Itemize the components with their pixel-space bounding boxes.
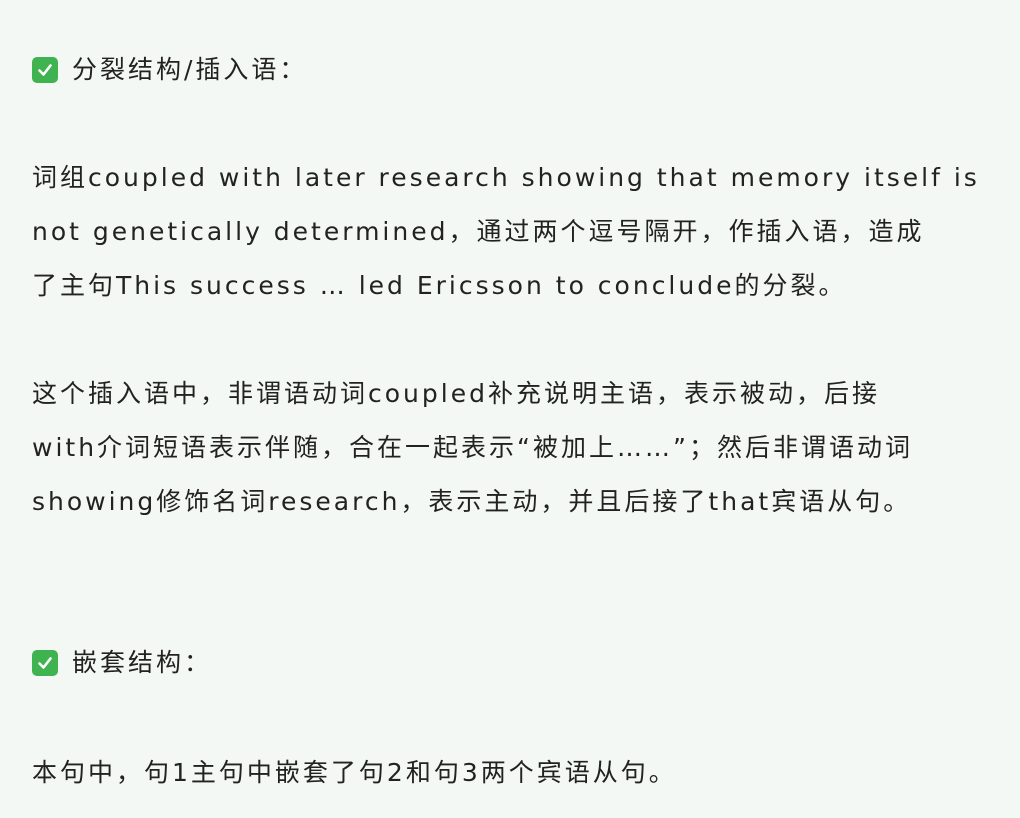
paragraph-line: not genetically determined，通过两个逗号隔开，作插入语… (32, 217, 925, 246)
paragraph-insertion-explanation: 词组coupled with later research showing th… (32, 151, 1000, 313)
heading-text: 嵌套结构： (72, 648, 213, 677)
section-heading-nested-structure: 嵌套结构： (32, 645, 212, 681)
check-mark-icon (32, 650, 58, 676)
paragraph-line: 了主句This success … led Ericsson to conclu… (32, 271, 847, 300)
paragraph-nested-clauses: 本句中，句1主句中嵌套了句2和句3两个宾语从句。 (32, 746, 1000, 800)
paragraph-line: 这个插入语中，非谓语动词coupled补充说明主语，表示被动，后接 (32, 379, 880, 408)
paragraph-line: with介词短语表示伴随，合在一起表示“被加上……”；然后非谓语动词 (32, 433, 913, 462)
article-content: 分裂结构/插入语： 词组coupled with later research … (0, 0, 1020, 818)
paragraph-line: showing修饰名词research，表示主动，并且后接了that宾语从句。 (32, 487, 912, 516)
paragraph-nonfinite-verbs: 这个插入语中，非谓语动词coupled补充说明主语，表示被动，后接 with介词… (32, 367, 1000, 529)
heading-text: 分裂结构/插入语： (72, 55, 308, 84)
check-mark-icon (32, 57, 58, 83)
paragraph-line: 本句中，句1主句中嵌套了句2和句3两个宾语从句。 (32, 758, 677, 787)
section-heading-split-structure: 分裂结构/插入语： (32, 52, 307, 88)
paragraph-line: 词组coupled with later research showing th… (32, 163, 980, 192)
